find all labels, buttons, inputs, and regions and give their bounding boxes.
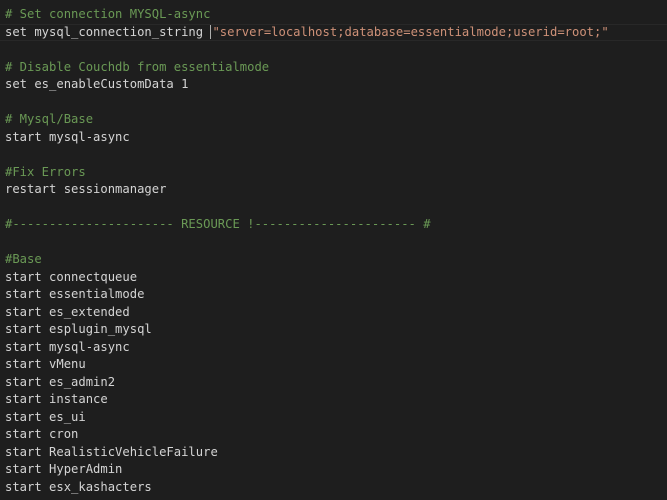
comment-line[interactable]: # Disable Couchdb from essentialmode (0, 59, 667, 77)
code-text: start mysql-async (5, 129, 130, 144)
code-line[interactable]: start vMenu (0, 356, 667, 374)
code-text: start es_extended (5, 304, 130, 319)
code-line[interactable]: start connectqueue (0, 269, 667, 287)
code-line[interactable]: start mysql-async (0, 339, 667, 357)
empty-line[interactable] (0, 94, 667, 112)
code-text: start vMenu (5, 357, 86, 371)
code-line[interactable]: start esx_kashacters (0, 479, 667, 497)
code-line[interactable]: set mysql_connection_string "server=loca… (0, 23, 667, 41)
code-text: start esx_kashacters (5, 479, 152, 494)
code-line[interactable]: start cron (0, 426, 667, 444)
code-text: start connectqueue (5, 269, 138, 284)
code-text: start mysql-async (5, 339, 130, 354)
code-text: start essentialmode (5, 287, 145, 301)
code-line[interactable]: start es_extended (0, 304, 667, 322)
empty-line[interactable] (0, 41, 667, 59)
comment-line[interactable]: #---------------------- RESOURCE !------… (0, 216, 667, 234)
code-line[interactable]: start mysql-async (0, 129, 667, 147)
comment-text: # Set connection MYSQL-async (5, 7, 211, 21)
code-line[interactable]: start es_ui (0, 409, 667, 427)
comment-text: # Disable Couchdb from essentialmode (5, 59, 270, 74)
code-text: start es_admin2 (5, 374, 116, 389)
code-text: start es_ui (5, 409, 86, 424)
empty-line[interactable] (0, 199, 667, 217)
comment-text: # Mysql/Base (5, 112, 94, 126)
comment-line[interactable]: # Mysql/Base (0, 111, 667, 129)
code-text: start instance (5, 392, 108, 406)
code-line[interactable]: start es_admin2 (0, 374, 667, 392)
comment-text: #Base (5, 252, 42, 266)
code-line[interactable]: restart sessionmanager (0, 181, 667, 199)
comment-text: #Fix Errors (5, 164, 86, 179)
comment-line[interactable]: # Set connection MYSQL-async (0, 6, 667, 24)
code-line[interactable]: set es_enableCustomData 1 (0, 76, 667, 94)
empty-line[interactable] (0, 146, 667, 164)
code-text: start RealisticVehicleFailure (5, 444, 218, 459)
string-literal: "server=localhost;database=essentialmode… (212, 24, 609, 39)
code-line[interactable]: start HyperAdmin (0, 461, 667, 479)
code-line[interactable]: start esplugin_mysql (0, 321, 667, 339)
code-text: start esplugin_mysql (5, 322, 152, 336)
code-line[interactable]: start instance (0, 391, 667, 409)
code-text: set mysql_connection_string (5, 24, 211, 39)
code-line[interactable]: start essentialmode (0, 286, 667, 304)
empty-line[interactable] (0, 234, 667, 252)
comment-line[interactable]: #Base (0, 251, 667, 269)
code-line[interactable]: start RealisticVehicleFailure (0, 444, 667, 462)
code-text: start cron (5, 427, 79, 441)
code-text: start HyperAdmin (5, 462, 123, 476)
comment-text: #---------------------- RESOURCE !------… (5, 217, 431, 231)
code-text: restart sessionmanager (5, 182, 167, 196)
comment-line[interactable]: #Fix Errors (0, 164, 667, 182)
code-editor[interactable]: # Set connection MYSQL-async set mysql_co… (0, 0, 667, 500)
code-text: set es_enableCustomData 1 (5, 77, 189, 91)
